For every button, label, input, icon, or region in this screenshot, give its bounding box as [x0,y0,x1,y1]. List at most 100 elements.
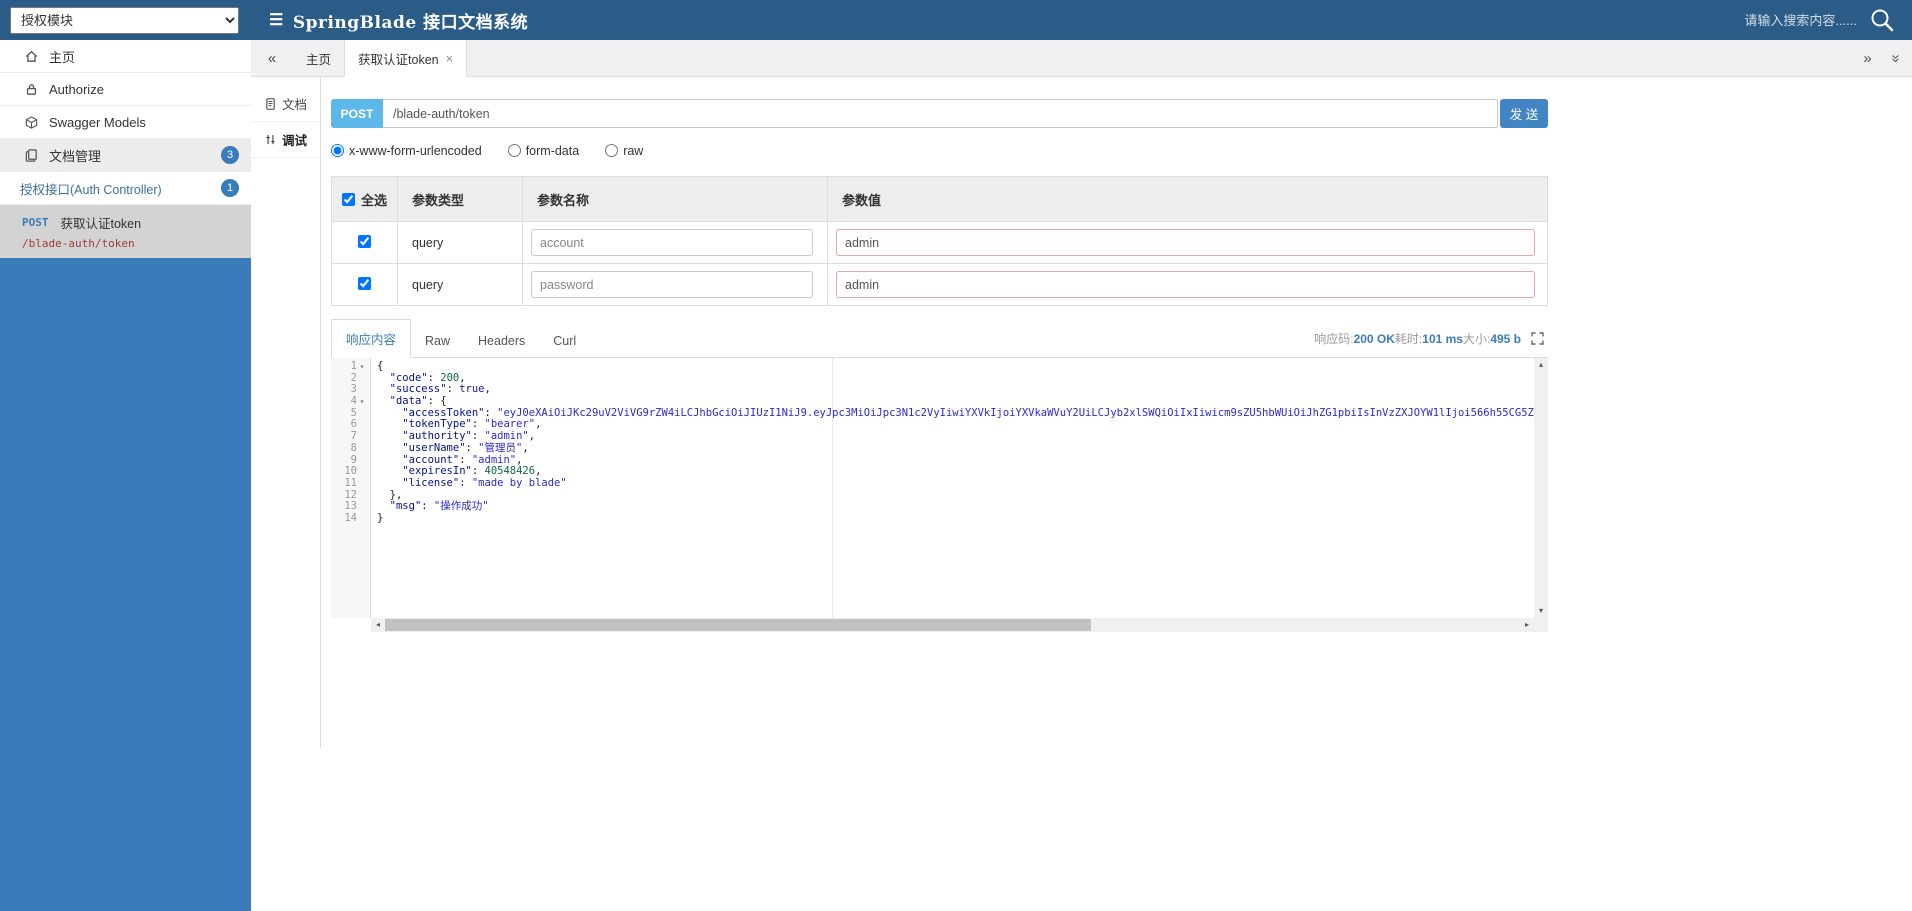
request-url-input[interactable] [383,99,1498,128]
param-value-input[interactable] [836,229,1535,256]
time-label: 耗时: [1395,330,1422,347]
tabs-scroll-right-icon[interactable]: » [1863,50,1871,67]
code-line: }, [377,490,1534,502]
search-input[interactable] [1707,13,1857,28]
scroll-down-icon[interactable]: ▾ [1534,604,1548,618]
app-brand: ☰ SpringBlade 接口文档系统 [269,8,528,33]
fold-toggle-icon[interactable]: ▾ [357,396,367,408]
status-code-value: 200 OK [1354,332,1395,346]
code-line: "code": 200, [377,373,1534,385]
radio-x-www-form-urlencoded[interactable]: x-www-form-urlencoded [331,144,482,158]
scrollbar-corner [1534,618,1548,632]
response-tab-headers[interactable]: Headers [464,325,539,357]
response-tab-content[interactable]: 响应内容 [331,319,411,358]
tab-close-icon[interactable]: × [446,51,454,66]
doc-debug-tabs: 文档 调试 [251,77,321,748]
col-param-type: 参数类型 [398,177,523,222]
response-tabs: 响应内容 Raw Headers Curl 响应码:200 OK耗时:101 m… [331,322,1548,358]
brand-icon: ☰ [269,10,284,30]
header-right [1707,7,1912,34]
tab-document-label: 文档 [282,94,307,113]
size-label: 大小: [1463,330,1490,347]
param-name-input[interactable] [531,271,813,298]
row-checkbox[interactable] [358,235,371,248]
sidebar-item-label: Swagger Models [49,115,146,130]
app-title: SpringBlade 接口文档系统 [293,8,528,33]
code-line: "authority": "admin", [377,431,1534,443]
method-chip: POST [331,99,383,128]
code-line: "success": true, [377,384,1534,396]
sidebar-item-label: 主页 [49,47,75,66]
tab-document[interactable]: 文档 [251,86,320,122]
sidebar-group-label: 授权接口(Auth Controller) [20,179,162,198]
group-count-badge: 1 [221,179,239,197]
response-editor: 1▾234▾567891011121314 { "code": 200, "su… [331,358,1548,632]
response-tab-curl[interactable]: Curl [539,325,590,357]
tabs-menu-icon[interactable]: » [1887,54,1904,62]
tab-debug[interactable]: 调试 [251,122,320,158]
debug-icon [264,133,277,147]
editor-vscrollbar[interactable]: ▴ ▾ [1534,358,1548,618]
editor-ruler [832,358,833,618]
param-type-cell: query [398,222,523,264]
select-all-checkbox[interactable] [342,193,355,206]
hscroll-thumb[interactable] [385,619,1091,631]
tab-get-token[interactable]: 获取认证token × [344,40,467,77]
sidebar-group-auth-controller[interactable]: 授权接口(Auth Controller) 1 [0,172,251,205]
code-line: "license": "made by blade" [377,478,1534,490]
sidebar-api-get-token[interactable]: POST 获取认证token /blade-auth/token [0,205,251,258]
response-tab-raw[interactable]: Raw [411,325,464,357]
sidebar-item-authorize[interactable]: Authorize [0,73,251,106]
radio-form-data[interactable]: form-data [508,144,580,158]
params-header-row: 全选 参数类型 参数名称 参数值 [332,177,1548,222]
editor-gutter: 1▾234▾567891011121314 [331,358,371,618]
select-all-label: 全选 [361,190,387,209]
row-checkbox[interactable] [358,277,371,290]
editor-code[interactable]: { "code": 200, "success": true, "data": … [372,358,1534,618]
models-icon [24,115,39,130]
fold-toggle-icon[interactable]: ▾ [357,361,367,373]
request-bar: POST 发 送 [331,99,1548,128]
param-row-account: query [332,222,1548,264]
radio-input[interactable] [331,144,344,157]
radio-input[interactable] [605,144,618,157]
tab-home[interactable]: 主页 [293,40,344,76]
sidebar-item-label: Authorize [49,82,104,97]
sidebar-item-home[interactable]: 主页 [0,40,251,73]
scroll-right-icon[interactable]: ▸ [1520,618,1534,632]
fullscreen-icon[interactable] [1531,332,1544,345]
tabs-scroll-left-icon[interactable]: « [251,40,293,76]
api-name-label: 获取认证token [61,213,142,232]
doc-count-badge: 3 [221,146,239,164]
content-type-options: x-www-form-urlencoded form-data raw [331,141,1548,160]
send-button[interactable]: 发 送 [1500,99,1548,128]
scroll-up-icon[interactable]: ▴ [1534,358,1548,372]
app-header: 授权模块 ☰ SpringBlade 接口文档系统 [0,0,1912,40]
radio-label: form-data [526,144,580,158]
param-name-input[interactable] [531,229,813,256]
sidebar: 主页 Authorize Swagger Models 文档管理 3 授权接口(… [0,40,251,911]
param-type-cell: query [398,264,523,306]
api-method-label: POST [22,216,49,229]
col-param-value: 参数值 [828,177,1548,222]
code-line: "msg": "操作成功" [377,501,1534,513]
document-icon [264,97,277,111]
radio-input[interactable] [508,144,521,157]
sidebar-item-doc-management[interactable]: 文档管理 3 [0,139,251,172]
time-value: 101 ms [1422,332,1463,346]
code-line: { [377,361,1534,373]
editor-hscrollbar[interactable]: ◂ ▸ [371,618,1534,632]
code-line: "tokenType": "bearer", [377,419,1534,431]
size-value: 495 b [1490,332,1521,346]
main-area: « 主页 获取认证token × » » 文档 调试 POST [251,40,1912,911]
module-select[interactable]: 授权模块 [10,7,239,34]
scroll-left-icon[interactable]: ◂ [371,618,385,632]
search-icon[interactable] [1869,7,1896,34]
code-line: "accessToken": "eyJ0eXAiOiJKc29uV2ViVG9r… [377,408,1534,420]
radio-raw[interactable]: raw [605,144,643,158]
api-path-label: /blade-auth/token [22,237,241,250]
param-value-input[interactable] [836,271,1535,298]
debug-panel: POST 发 送 x-www-form-urlencoded form-data… [331,77,1548,632]
home-icon [24,49,39,64]
sidebar-item-swagger-models[interactable]: Swagger Models [0,106,251,139]
